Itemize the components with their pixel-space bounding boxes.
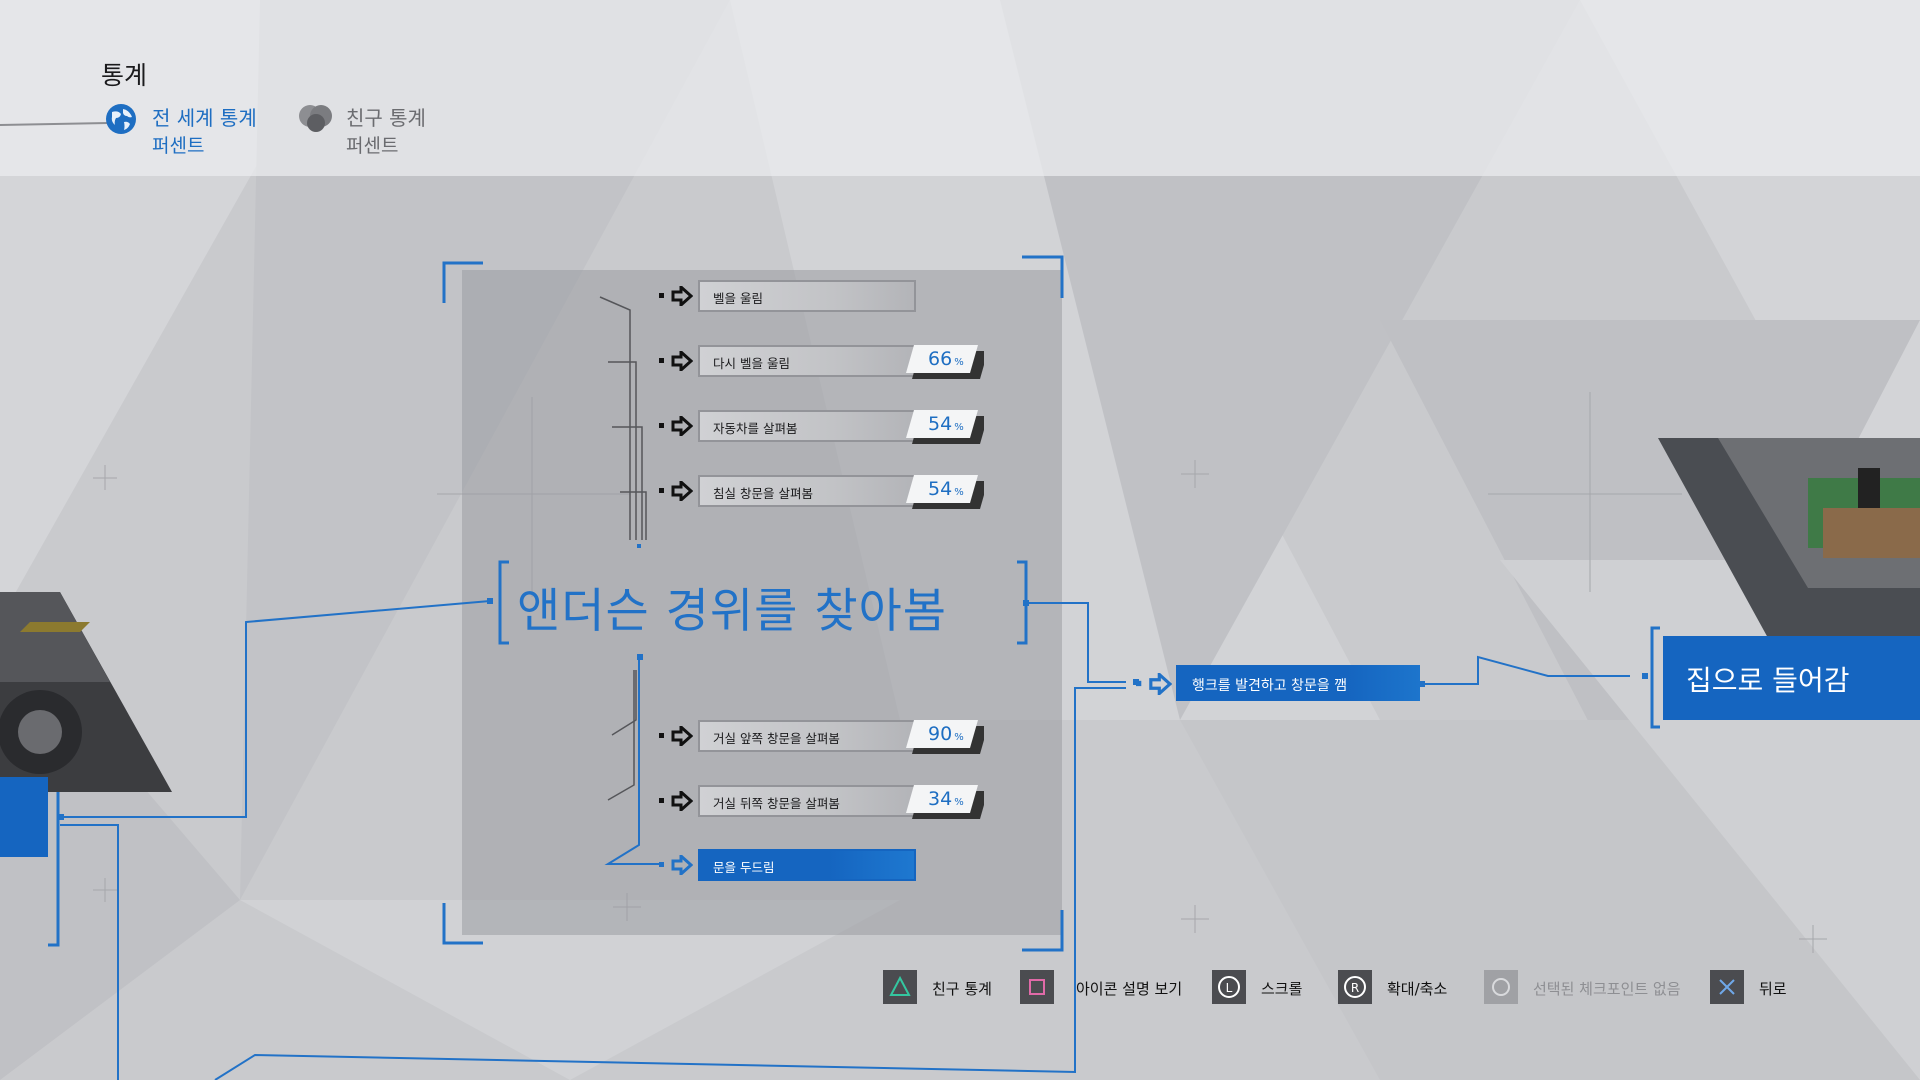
percent-badge: 34% <box>906 785 984 821</box>
arrow-icon-active <box>659 855 693 875</box>
percent-badge: 54% <box>906 410 984 446</box>
arrow-icon <box>659 791 693 811</box>
node-label: 행크를 발견하고 창문을 깸 <box>1192 678 1348 694</box>
right-scene-thumbnail[interactable] <box>1658 438 1920 638</box>
left-scene-thumbnail[interactable] <box>0 592 172 792</box>
branch-living-back-window[interactable]: 거실 뒤쪽 창문을 살펴봄 <box>698 785 916 817</box>
percent-value: 54% <box>928 413 964 435</box>
left-node-accent <box>0 777 48 857</box>
footer-label: 확대/축소 <box>1387 980 1448 998</box>
cross-button-icon <box>1710 970 1744 1004</box>
node-label: 집으로 들어감 <box>1686 664 1850 697</box>
branch-check-car[interactable]: 자동차를 살펴봄 <box>698 410 916 442</box>
node-enter-house[interactable]: 집으로 들어감 <box>1663 636 1920 720</box>
left-stick-icon: L <box>1212 970 1246 1004</box>
triangle-button-icon <box>883 970 917 1004</box>
branch-label: 다시 벨을 울림 <box>713 356 790 371</box>
arrow-icon <box>659 726 693 746</box>
circle-button-icon <box>1484 970 1518 1004</box>
percent-badge: 66% <box>906 345 984 381</box>
footer-label: 친구 통계 <box>932 980 992 998</box>
arrow-icon-active <box>1136 673 1172 695</box>
arrow-icon <box>659 416 693 436</box>
branch-ring-again[interactable]: 다시 벨을 울림 <box>698 345 916 377</box>
flowchart-connectors <box>48 255 1660 1080</box>
branch-label: 문을 두드림 <box>713 860 775 875</box>
svg-text:L: L <box>1226 981 1233 995</box>
main-node-title[interactable]: 앤더슨 경위를 찾아봄 <box>517 572 947 641</box>
branch-label: 침실 창문을 살펴봄 <box>713 486 813 501</box>
branch-label: 자동차를 살펴봄 <box>713 421 798 436</box>
percent-badge: 54% <box>906 475 984 511</box>
branch-label: 거실 앞쪽 창문을 살펴봄 <box>713 731 840 746</box>
footer-label: 선택된 체크포인트 없음 <box>1533 980 1681 998</box>
branch-bedroom-window[interactable]: 침실 창문을 살펴봄 <box>698 475 916 507</box>
percent-value: 54% <box>928 478 964 500</box>
footer-label: 아이콘 설명 보기 <box>1076 980 1183 998</box>
arrow-icon <box>659 286 693 306</box>
branch-living-front-window[interactable]: 거실 앞쪽 창문을 살펴봄 <box>698 720 916 752</box>
percent-value: 66% <box>928 348 964 370</box>
svg-text:R: R <box>1351 981 1359 995</box>
footer-label: 뒤로 <box>1759 980 1787 998</box>
percent-value: 90% <box>928 723 964 745</box>
branch-label: 거실 뒤쪽 창문을 살펴봄 <box>713 796 840 811</box>
percent-badge: 90% <box>906 720 984 756</box>
footer-label: 스크롤 <box>1261 980 1303 998</box>
arrow-icon <box>659 481 693 501</box>
percent-value: 34% <box>928 788 964 810</box>
arrow-icon <box>659 351 693 371</box>
branch-label: 벨을 울림 <box>713 291 763 306</box>
branch-knock-door[interactable]: 문을 두드림 <box>698 849 916 881</box>
right-stick-icon: R <box>1338 970 1372 1004</box>
node-find-hank[interactable]: 행크를 발견하고 창문을 깸 <box>1176 665 1420 701</box>
branch-ring-bell[interactable]: 벨을 울림 <box>698 280 916 312</box>
square-button-icon <box>1020 970 1054 1004</box>
